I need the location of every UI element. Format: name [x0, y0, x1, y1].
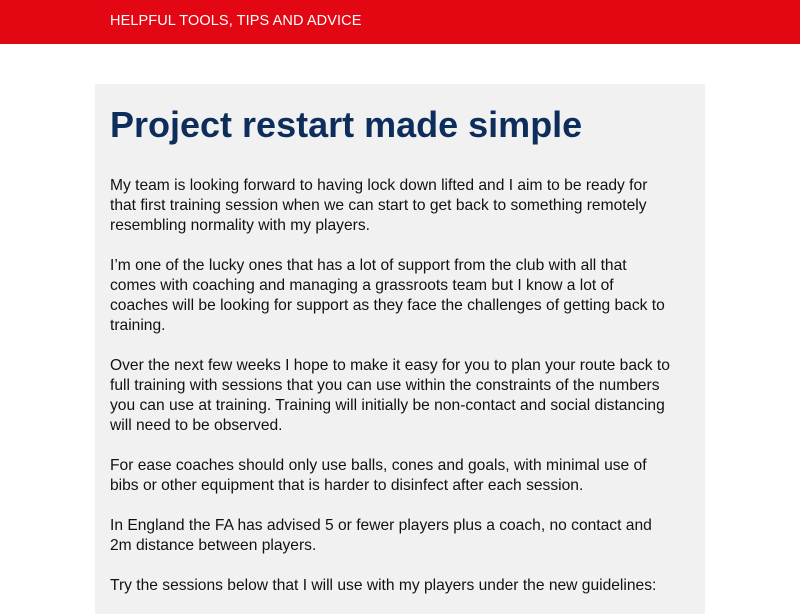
nav-link-helpful-tools[interactable]: HELPFUL TOOLS, TIPS AND ADVICE — [110, 13, 361, 29]
article-paragraph: I’m one of the lucky ones that has a lot… — [110, 256, 700, 336]
paragraph-line: My team is looking forward to having loc… — [110, 177, 648, 194]
article-paragraph: My team is looking forward to having loc… — [110, 176, 700, 236]
paragraph-line: resembling normality with my players. — [110, 217, 370, 234]
paragraph-line: For ease coaches should only use balls, … — [110, 457, 647, 474]
paragraph-line: In England the FA has advised 5 or fewer… — [110, 517, 652, 534]
article-title: Project restart made simple — [110, 104, 583, 145]
article-paragraph: In England the FA has advised 5 or fewer… — [110, 516, 700, 556]
paragraph-line: will need to be observed. — [110, 417, 283, 434]
paragraph-line: that first training session when we can … — [110, 197, 647, 214]
paragraph-line: full training with sessions that you can… — [110, 377, 660, 394]
paragraph-line: I’m one of the lucky ones that has a lot… — [110, 257, 627, 274]
paragraph-line: bibs or other equipment that is harder t… — [110, 477, 584, 494]
article-paragraph: For ease coaches should only use balls, … — [110, 456, 700, 496]
article-paragraph: Try the sessions below that I will use w… — [110, 576, 700, 596]
paragraph-line: Over the next few weeks I hope to make i… — [110, 357, 670, 374]
article-paragraph: Over the next few weeks I hope to make i… — [110, 356, 700, 436]
paragraph-line: you can use at training. Training will i… — [110, 397, 665, 414]
article-body: My team is looking forward to having loc… — [110, 176, 700, 614]
top-banner: HELPFUL TOOLS, TIPS AND ADVICE — [0, 0, 800, 44]
article-card: Project restart made simple My team is l… — [95, 84, 705, 614]
paragraph-line: 2m distance between players. — [110, 537, 317, 554]
paragraph-line: Try the sessions below that I will use w… — [110, 577, 657, 594]
paragraph-line: coaches will be looking for support as t… — [110, 297, 665, 314]
paragraph-line: comes with coaching and managing a grass… — [110, 277, 614, 294]
paragraph-line: training. — [110, 317, 166, 334]
